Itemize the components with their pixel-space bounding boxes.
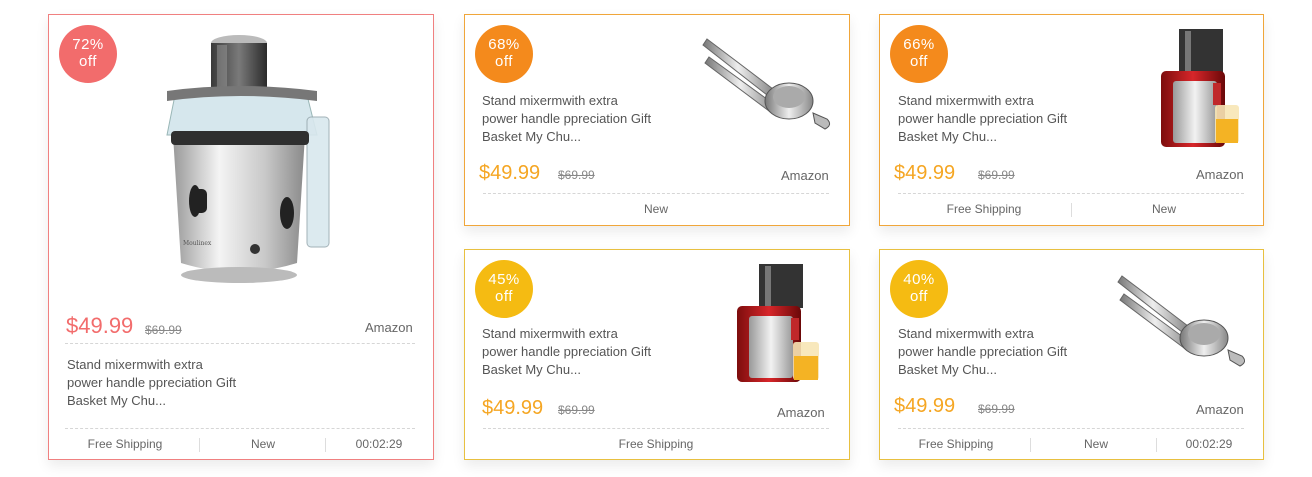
divider [898, 193, 1244, 194]
juicer-red-icon[interactable] [733, 262, 833, 386]
product-title[interactable]: Stand mixermwith extra power handle ppre… [898, 92, 1098, 146]
original-price: $69.99 [145, 323, 182, 337]
svg-text:Moulinex: Moulinex [183, 240, 212, 247]
discount-badge: 72% off [59, 25, 117, 83]
discount-percent: 68% [488, 36, 520, 53]
divider [65, 428, 415, 429]
divider [483, 428, 829, 429]
condition-label: New [643, 202, 668, 216]
sale-price: $49.99 [479, 162, 541, 184]
product-title[interactable]: Stand mixermwith extra power handle ppre… [898, 325, 1098, 379]
title-line: Stand mixermwith extra [898, 93, 1034, 108]
store-name[interactable]: Amazon [1196, 402, 1244, 417]
title-line: power handle ppreciation Gift [898, 111, 1068, 126]
juicer-red-icon[interactable] [1155, 27, 1255, 151]
discount-off-label: off [910, 288, 928, 305]
product-title[interactable]: Stand mixermwith extra power handle ppre… [482, 92, 682, 146]
title-line: Stand mixermwith extra [898, 326, 1034, 341]
shipping-label: Free Shipping [618, 437, 694, 451]
condition-label: New [1083, 437, 1108, 451]
separator [1156, 438, 1157, 452]
store-name[interactable]: Amazon [365, 320, 413, 335]
title-line: Basket My Chu... [898, 129, 997, 144]
title-line: Stand mixermwith extra [67, 357, 203, 372]
title-line: Basket My Chu... [67, 393, 166, 408]
product-card[interactable]: 45% off Stand mixermwith extra power han… [464, 249, 850, 460]
discount-percent: 66% [903, 36, 935, 53]
title-line: power handle ppreciation Gift [482, 344, 652, 359]
divider [898, 428, 1244, 429]
discount-off-label: off [910, 53, 928, 70]
store-name[interactable]: Amazon [777, 405, 825, 420]
sale-price: $49.99 [894, 395, 956, 417]
condition-label: New [1151, 202, 1176, 216]
store-name[interactable]: Amazon [781, 168, 829, 183]
original-price: $69.99 [558, 403, 595, 417]
discount-badge: 66% off [890, 25, 948, 83]
sale-price: $49.99 [66, 313, 134, 338]
sale-price: $49.99 [894, 162, 956, 184]
title-line: power handle ppreciation Gift [898, 344, 1068, 359]
shipping-label: Free Shipping [87, 437, 163, 451]
title-line: power handle ppreciation Gift [67, 375, 237, 390]
discount-badge: 68% off [475, 25, 533, 83]
title-line: power handle ppreciation Gift [482, 111, 652, 126]
lemon-squeezer-icon[interactable] [702, 33, 838, 133]
product-card-featured[interactable]: 72% off Moulinex $49.99 $69.99 Amazon St… [48, 14, 434, 460]
countdown-timer: 00:02:29 [1185, 437, 1233, 451]
discount-percent: 45% [488, 271, 520, 288]
countdown-timer: 00:02:29 [355, 437, 403, 451]
lemon-squeezer-icon[interactable] [1117, 270, 1253, 370]
discount-off-label: off [495, 53, 513, 70]
divider [65, 343, 415, 344]
original-price: $69.99 [558, 168, 595, 182]
discount-percent: 72% [72, 36, 104, 53]
shipping-label: Free Shipping [918, 437, 994, 451]
discount-off-label: off [495, 288, 513, 305]
store-name[interactable]: Amazon [1196, 167, 1244, 182]
discount-badge: 40% off [890, 260, 948, 318]
product-card[interactable]: 68% off Stand mixermwith extra power han… [464, 14, 850, 226]
separator [1030, 438, 1031, 452]
condition-label: New [250, 437, 275, 451]
discount-percent: 40% [903, 271, 935, 288]
original-price: $69.99 [978, 168, 1015, 182]
product-title[interactable]: Stand mixermwith extra power handle ppre… [482, 325, 682, 379]
separator [199, 438, 200, 452]
separator [1071, 203, 1072, 217]
title-line: Basket My Chu... [482, 129, 581, 144]
product-card[interactable]: 66% off Stand mixermwith extra power han… [879, 14, 1264, 226]
divider [483, 193, 829, 194]
title-line: Stand mixermwith extra [482, 326, 618, 341]
discount-off-label: off [79, 53, 97, 70]
product-title[interactable]: Stand mixermwith extra power handle ppre… [67, 356, 267, 410]
title-line: Stand mixermwith extra [482, 93, 618, 108]
title-line: Basket My Chu... [482, 362, 581, 377]
juicer-silver-icon[interactable]: Moulinex [157, 31, 337, 286]
sale-price: $49.99 [482, 397, 544, 419]
shipping-label: Free Shipping [946, 202, 1022, 216]
separator [325, 438, 326, 452]
discount-badge: 45% off [475, 260, 533, 318]
title-line: Basket My Chu... [898, 362, 997, 377]
original-price: $69.99 [978, 402, 1015, 416]
product-card[interactable]: 40% off Stand mixermwith extra power han… [879, 249, 1264, 460]
